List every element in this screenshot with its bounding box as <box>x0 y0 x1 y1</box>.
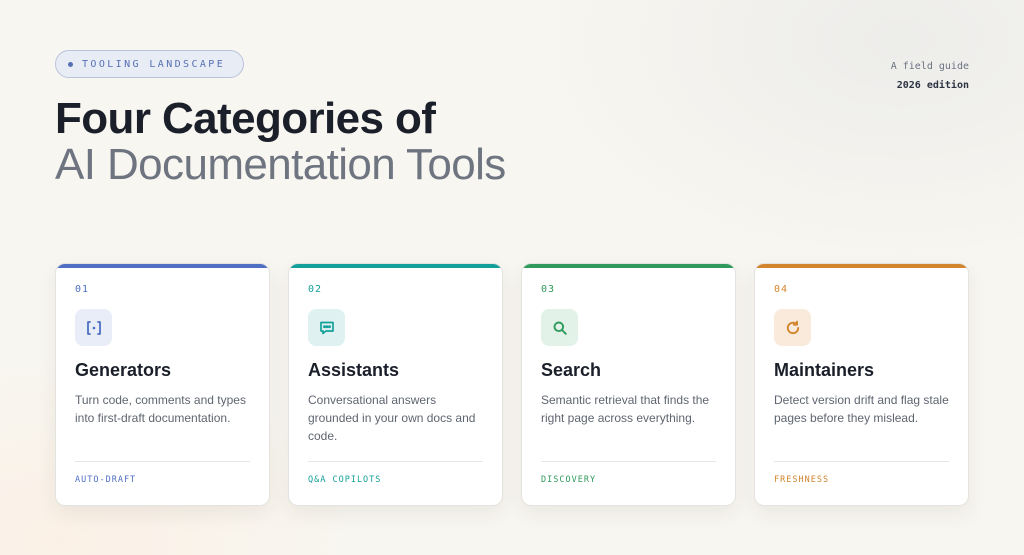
badge-label: TOOLING LANDSCAPE <box>82 58 226 70</box>
magnifier-icon <box>541 309 578 346</box>
page-title: Four Categories of AI Documentation Tool… <box>55 96 506 188</box>
card-accent-bar <box>56 264 269 268</box>
card-title: Generators <box>75 360 172 380</box>
badge-dot-icon <box>68 61 73 67</box>
card-search: 03 Search Semantic retrieval that finds … <box>521 263 736 506</box>
edition-label: 2026 edition <box>896 80 969 91</box>
card-divider <box>75 461 250 462</box>
card-tag: Q&A COPILOTS <box>308 475 382 485</box>
card-number: 02 <box>308 284 323 295</box>
card-number: 04 <box>774 284 789 295</box>
card-tag: AUTO-DRAFT <box>75 475 137 485</box>
card-accent-bar <box>755 264 968 268</box>
chat-bubble-icon <box>308 309 345 346</box>
section-badge: TOOLING LANDSCAPE <box>55 50 244 78</box>
card-number: 03 <box>541 284 556 295</box>
card-divider <box>774 461 949 462</box>
title-line-1: Four Categories of <box>55 94 436 143</box>
card-title: Maintainers <box>774 360 875 380</box>
card-title: Assistants <box>308 360 400 380</box>
refresh-icon <box>774 309 811 346</box>
guide-label: A field guide <box>890 61 969 72</box>
card-title: Search <box>541 360 602 380</box>
card-tag: DISCOVERY <box>541 475 597 485</box>
card-divider <box>308 461 483 462</box>
category-cards: 01 Generators Turn code, comments and ty… <box>55 263 969 506</box>
title-line-2: AI Documentation Tools <box>55 140 506 189</box>
card-accent-bar <box>522 264 735 268</box>
card-number: 01 <box>75 284 90 295</box>
card-description: Turn code, comments and types into first… <box>75 393 246 425</box>
card-generators: 01 Generators Turn code, comments and ty… <box>55 263 270 506</box>
card-assistants: 02 Assistants Conversational answers gro… <box>288 263 503 506</box>
card-description: Detect version drift and flag stale page… <box>774 393 949 425</box>
card-tag: FRESHNESS <box>774 475 830 485</box>
card-accent-bar <box>289 264 502 268</box>
brackets-dot-icon <box>75 309 112 346</box>
card-maintainers: 04 Maintainers Detect version drift and … <box>754 263 969 506</box>
card-description: Semantic retrieval that finds the right … <box>541 393 710 425</box>
edition-meta: A field guide 2026 edition <box>891 57 969 95</box>
card-divider <box>541 461 716 462</box>
card-description: Conversational answers grounded in your … <box>308 393 476 443</box>
